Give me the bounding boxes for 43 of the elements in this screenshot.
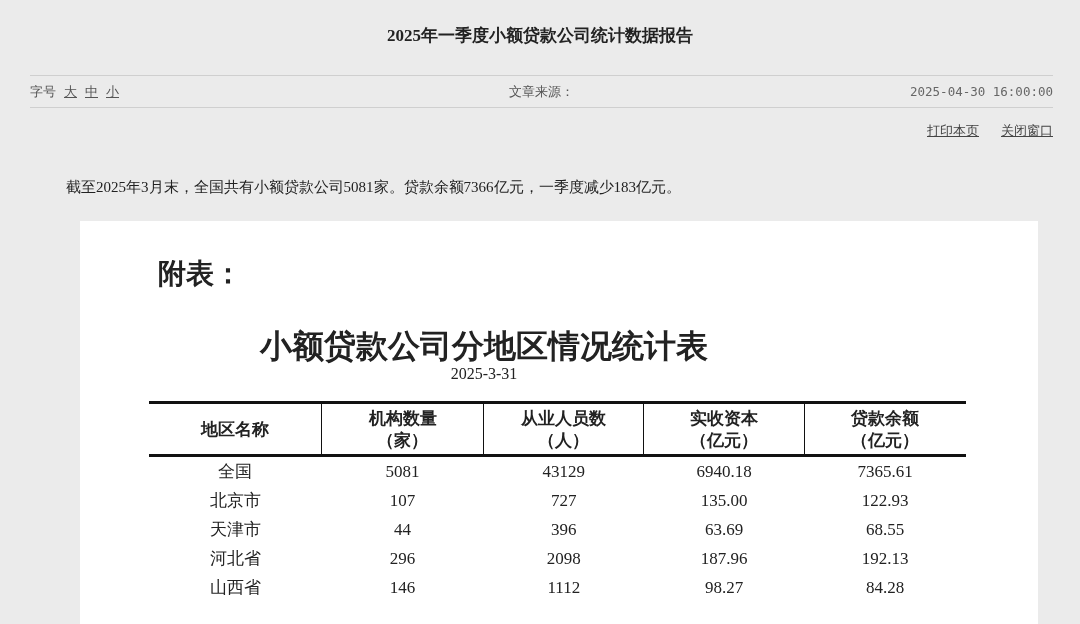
table-cell-text: 122.93 bbox=[860, 490, 910, 512]
source-label: 文章来源： bbox=[509, 82, 574, 101]
table-cell-text: 396 bbox=[550, 519, 578, 541]
table-cell-text: 天津市 bbox=[208, 519, 262, 541]
table-cell-text: 44 bbox=[393, 519, 413, 541]
table-cell-text: 2098 bbox=[545, 548, 582, 570]
table-cell-text: 146 bbox=[388, 577, 417, 599]
table-cell-text: 107 bbox=[388, 490, 417, 512]
column-header: 地区名称 bbox=[149, 402, 322, 456]
table-cell-text: 98.27 bbox=[703, 577, 745, 599]
table-cell: 6940.18 bbox=[643, 455, 805, 486]
publish-datetime: 2025-04-30 16:00:00 bbox=[910, 84, 1053, 99]
table-cell-text: 296 bbox=[388, 548, 417, 570]
column-header: 机构数量 （家） bbox=[321, 402, 484, 456]
table-cell-text: 727 bbox=[550, 490, 578, 512]
table-cell-text: 北京市 bbox=[208, 490, 262, 512]
table-cell: 5081 bbox=[321, 455, 484, 486]
table-title: 小额贷款公司分地区情况统计表 bbox=[258, 327, 709, 365]
font-size-label: 字号 bbox=[30, 82, 56, 101]
print-link[interactable]: 打印本页 bbox=[927, 122, 979, 140]
table-cell-text: 63.69 bbox=[703, 519, 745, 541]
table-cell-text: 84.28 bbox=[864, 577, 906, 599]
table-cell-text: 山西省 bbox=[208, 577, 262, 599]
column-header: 从业人员数 （人） bbox=[483, 402, 644, 456]
table-cell: 7365.61 bbox=[804, 455, 966, 486]
column-header: 贷款余额 （亿元） bbox=[804, 402, 966, 456]
font-size-link[interactable]: 大 bbox=[64, 82, 77, 101]
table-cell: 43129 bbox=[483, 455, 644, 486]
table-cell-text: 68.55 bbox=[864, 519, 906, 541]
attachment-label: 附表： bbox=[158, 257, 243, 291]
table-cell: 全国 bbox=[149, 455, 322, 486]
table-cell-text: 192.13 bbox=[860, 548, 910, 570]
table-cell-text: 河北省 bbox=[208, 548, 262, 570]
table-cell-text: 187.96 bbox=[699, 548, 749, 570]
table-date: 2025-3-31 bbox=[449, 365, 519, 383]
font-size-link[interactable]: 小 bbox=[106, 82, 119, 101]
font-size-link[interactable]: 中 bbox=[85, 82, 98, 101]
table-cell-text: 1112 bbox=[546, 577, 582, 599]
table-cell-text: 135.00 bbox=[699, 490, 749, 512]
column-header: 实收资本 （亿元） bbox=[643, 402, 805, 456]
close-window-link[interactable]: 关闭窗口 bbox=[1001, 122, 1053, 140]
summary-text: 截至2025年3月末，全国共有小额贷款公司5081家。贷款余额7366亿元，一季度减少183亿元。 bbox=[66, 178, 682, 197]
page-title: 2025年一季度小额贷款公司统计数据报告 bbox=[386, 26, 694, 46]
